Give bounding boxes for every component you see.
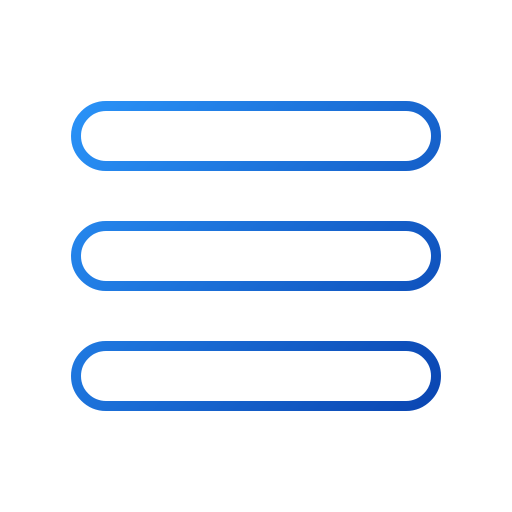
hamburger-menu-icon[interactable] <box>0 0 512 512</box>
menu-bar-bottom <box>71 341 441 411</box>
menu-bar-middle <box>71 221 441 291</box>
icon-canvas <box>0 0 512 512</box>
menu-bar-top <box>71 101 441 171</box>
